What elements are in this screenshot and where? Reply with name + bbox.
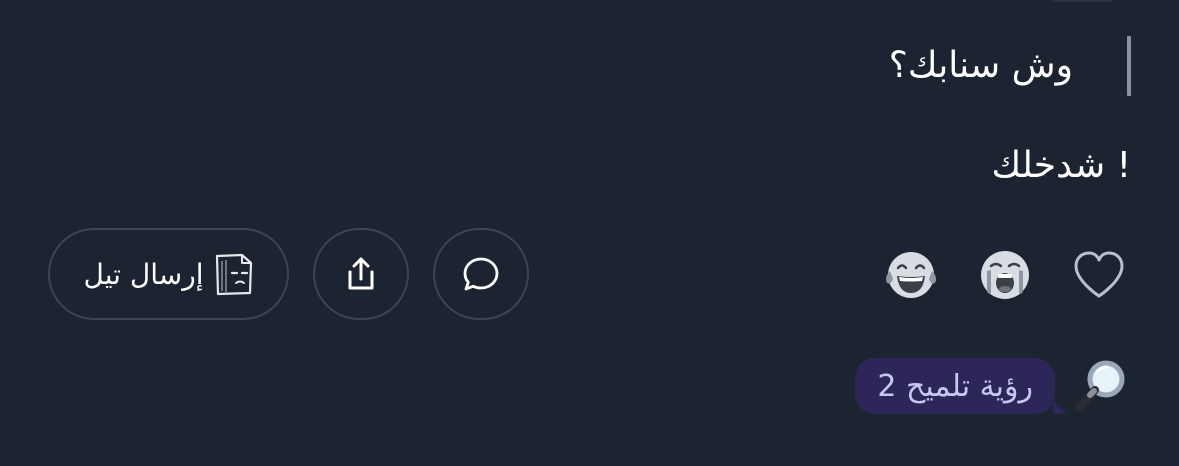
question-block: وش سنابك؟: [889, 36, 1131, 96]
send-tell-label: إرسال تيل: [83, 257, 204, 291]
view-hint-label: رؤية تلميح 2: [877, 368, 1033, 404]
reply-button[interactable]: [433, 228, 529, 320]
top-handle: [1052, 0, 1114, 2]
crying-reaction-button[interactable]: [977, 247, 1033, 303]
magnifying-glass-icon: [1075, 360, 1125, 412]
chat-bubble-icon: [463, 257, 499, 291]
laughing-tears-face-icon: [886, 252, 936, 298]
view-hint-button[interactable]: رؤية تلميح 2: [855, 358, 1067, 414]
share-upload-icon: [348, 257, 374, 290]
crying-face-icon: [981, 251, 1029, 299]
send-tell-button[interactable]: إرسال تيل: [48, 228, 289, 320]
reactions-bar: [883, 247, 1127, 303]
heart-reaction-button[interactable]: [1071, 247, 1127, 303]
laughing-reaction-button[interactable]: [883, 247, 939, 303]
share-button[interactable]: [313, 228, 409, 320]
paper-bag-face-icon: [215, 253, 252, 296]
quote-bar: [1127, 36, 1131, 96]
heart-outline-icon: [1074, 251, 1124, 298]
answer-text: ! شدخلك: [991, 145, 1131, 186]
question-text: وش سنابك؟: [888, 45, 1073, 86]
hint-row: رؤية تلميح 2: [855, 358, 1129, 414]
